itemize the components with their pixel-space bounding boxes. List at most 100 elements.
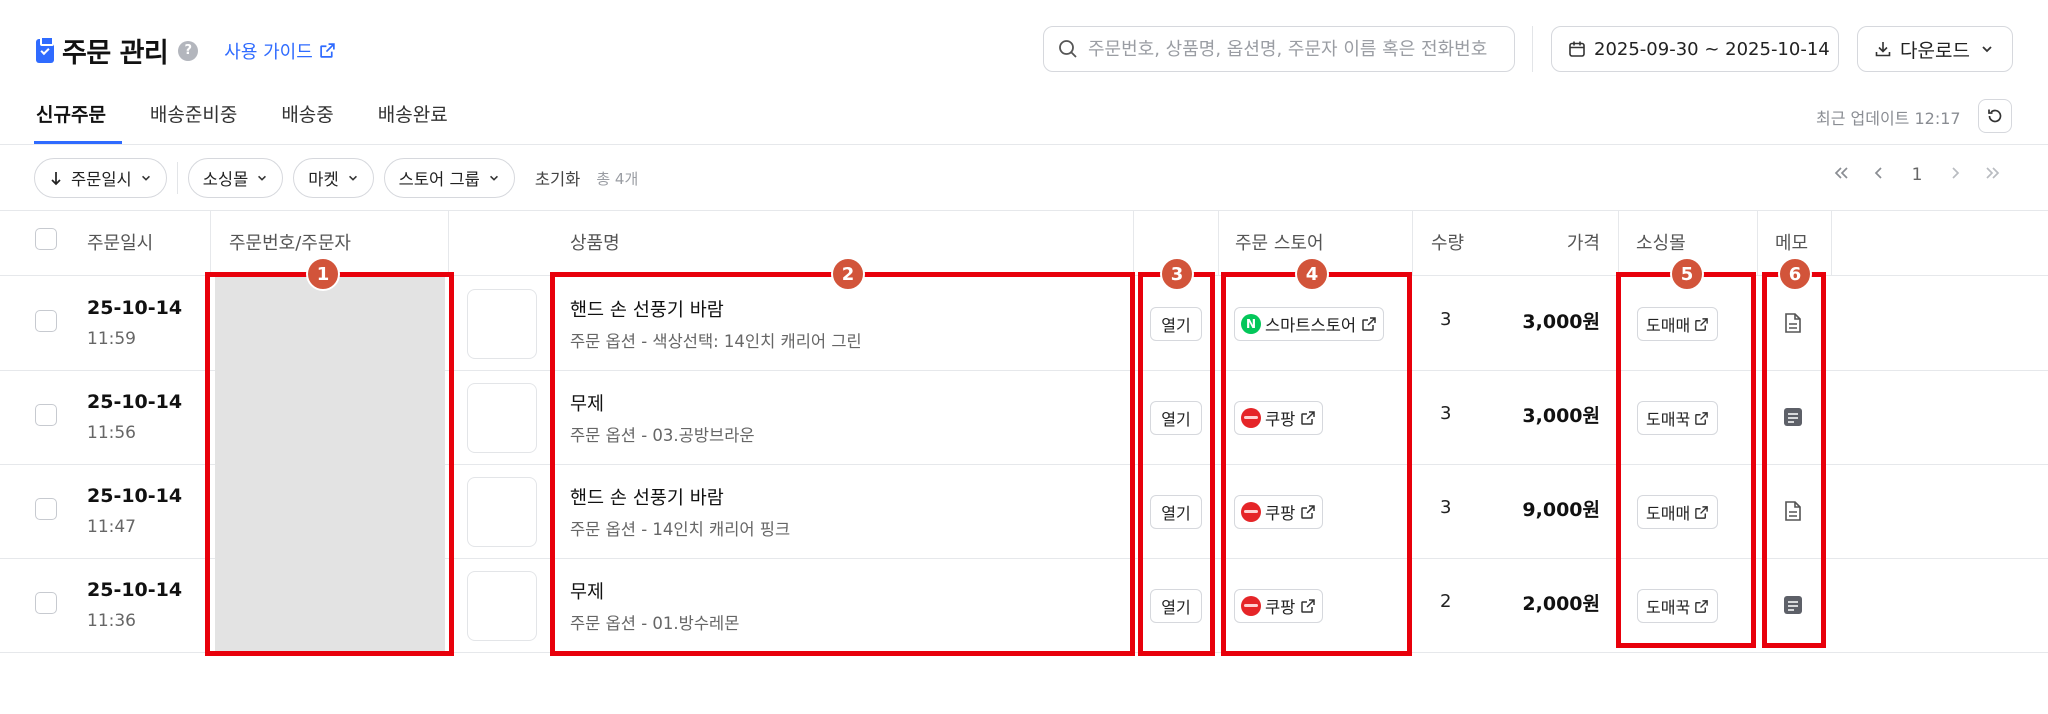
search-input[interactable]: [1088, 38, 1508, 60]
header-divider: [1532, 26, 1533, 72]
usage-guide-link[interactable]: 사용 가이드: [224, 38, 336, 64]
annotation-badge: 6: [1778, 257, 1812, 291]
highlight-box: [1138, 272, 1215, 656]
help-icon[interactable]: ?: [178, 40, 199, 61]
sort-order-label: 주문일시: [71, 170, 132, 189]
quantity: 3: [1440, 403, 1452, 424]
row-checkbox[interactable]: [35, 592, 57, 614]
next-page-icon[interactable]: [1936, 165, 1974, 185]
highlight-box: [1221, 272, 1412, 656]
quantity: 3: [1440, 309, 1452, 330]
product-thumbnail[interactable]: [467, 289, 537, 359]
product-thumbnail[interactable]: [467, 477, 537, 547]
col-price: 가격: [1566, 233, 1600, 254]
usage-guide-label: 사용 가이드: [224, 41, 313, 63]
order-time: 11:56: [87, 423, 136, 443]
row-checkbox[interactable]: [35, 310, 57, 332]
column-divider: [1133, 211, 1134, 276]
product-thumbnail[interactable]: [467, 571, 537, 641]
last-updated-text: 최근 업데이트 12:17: [1816, 109, 1961, 128]
col-product-name: 상품명: [570, 233, 620, 254]
annotation-badge: 5: [1670, 257, 1704, 291]
price: 3,000원: [1522, 405, 1600, 427]
order-time: 11:47: [87, 517, 136, 537]
tab-delivered[interactable]: 배송완료: [378, 100, 448, 144]
price: 3,000원: [1522, 311, 1600, 333]
reset-filters-button[interactable]: 초기화: [535, 166, 581, 190]
column-divider: [1757, 211, 1758, 276]
prev-page-icon[interactable]: [1860, 165, 1898, 185]
product-thumbnail[interactable]: [467, 383, 537, 453]
market-filter-label: 마켓: [308, 170, 339, 189]
select-all-checkbox[interactable]: [35, 228, 57, 250]
highlight-box: [1616, 272, 1756, 648]
divider: [0, 144, 2048, 145]
calendar-icon: [1569, 41, 1585, 57]
highlight-box: [1762, 272, 1826, 648]
chevron-down-icon: [489, 175, 498, 181]
sourcing-mall-filter[interactable]: 소싱몰: [187, 158, 284, 198]
column-divider: [1218, 211, 1219, 276]
search-icon: [1059, 40, 1077, 58]
row-checkbox[interactable]: [35, 498, 57, 520]
store-group-filter-label: 스토어 그룹: [398, 170, 480, 189]
tab-preparing[interactable]: 배송준비중: [150, 100, 237, 144]
refresh-button[interactable]: [1978, 99, 2012, 133]
column-divider: [1831, 211, 1832, 276]
page-title: 주문 관리: [62, 38, 169, 69]
refresh-icon: [1988, 109, 2002, 123]
search-box[interactable]: [1043, 26, 1515, 72]
order-date: 25-10-14: [87, 579, 183, 601]
order-date: 25-10-14: [87, 391, 183, 413]
column-divider: [1412, 211, 1413, 276]
filter-bar: 주문일시 소싱몰 마켓 스토어 그룹 초기화 총 4개: [34, 158, 638, 198]
first-page-icon[interactable]: [1822, 165, 1860, 185]
total-count: 총 4개: [596, 169, 639, 188]
annotation-badge: 2: [831, 257, 865, 291]
highlight-box: [205, 272, 454, 656]
order-date: 25-10-14: [87, 485, 183, 507]
annotation-badge: 1: [306, 257, 340, 291]
annotation-badge: 4: [1295, 257, 1329, 291]
filter-divider: [176, 162, 178, 194]
page-header: 주문 관리 ? 사용 가이드 2025-09-30 ~ 2025-10-14 다…: [0, 0, 2048, 100]
annotation-badge: 3: [1160, 257, 1194, 291]
date-range-button[interactable]: 2025-09-30 ~ 2025-10-14: [1551, 26, 1839, 72]
last-page-icon[interactable]: [1974, 165, 2012, 185]
chevron-down-icon: [258, 175, 267, 181]
date-range-label: 2025-09-30 ~ 2025-10-14: [1594, 38, 1830, 60]
status-tabs: 신규주문 배송준비중 배송중 배송완료: [34, 100, 492, 144]
order-date: 25-10-14: [87, 297, 183, 319]
market-filter[interactable]: 마켓: [293, 158, 374, 198]
tab-new-orders[interactable]: 신규주문: [34, 100, 122, 144]
col-quantity: 수량: [1431, 233, 1465, 254]
chevron-down-icon: [141, 175, 150, 181]
quantity: 3: [1440, 497, 1452, 518]
column-divider: [448, 211, 449, 276]
order-time: 11:59: [87, 329, 136, 349]
row-checkbox[interactable]: [35, 404, 57, 426]
column-divider: [1618, 211, 1619, 276]
download-button[interactable]: 다운로드: [1857, 26, 2013, 72]
highlight-box: [550, 272, 1135, 656]
price: 9,000원: [1522, 499, 1600, 521]
store-group-filter[interactable]: 스토어 그룹: [383, 158, 515, 198]
title-wrap: 주문 관리 ? 사용 가이드: [36, 31, 336, 70]
column-divider: [210, 211, 211, 276]
download-label: 다운로드: [1900, 39, 1970, 62]
clipboard-icon: [36, 35, 54, 63]
sourcing-mall-filter-label: 소싱몰: [202, 170, 249, 189]
price: 2,000원: [1522, 593, 1600, 615]
download-icon: [1875, 42, 1891, 57]
tab-shipping[interactable]: 배송중: [281, 100, 333, 144]
col-order-date: 주문일시: [87, 233, 154, 254]
chevron-down-icon: [348, 175, 357, 181]
sort-order-chip[interactable]: 주문일시: [34, 158, 167, 198]
current-page-number: 1: [1911, 165, 1923, 185]
pagination: 1: [1822, 165, 2012, 185]
chevron-down-icon: [1982, 46, 1992, 53]
order-time: 11:36: [87, 611, 136, 631]
arrow-down-icon: [51, 172, 61, 186]
external-link-icon: [320, 43, 335, 58]
quantity: 2: [1440, 591, 1452, 612]
